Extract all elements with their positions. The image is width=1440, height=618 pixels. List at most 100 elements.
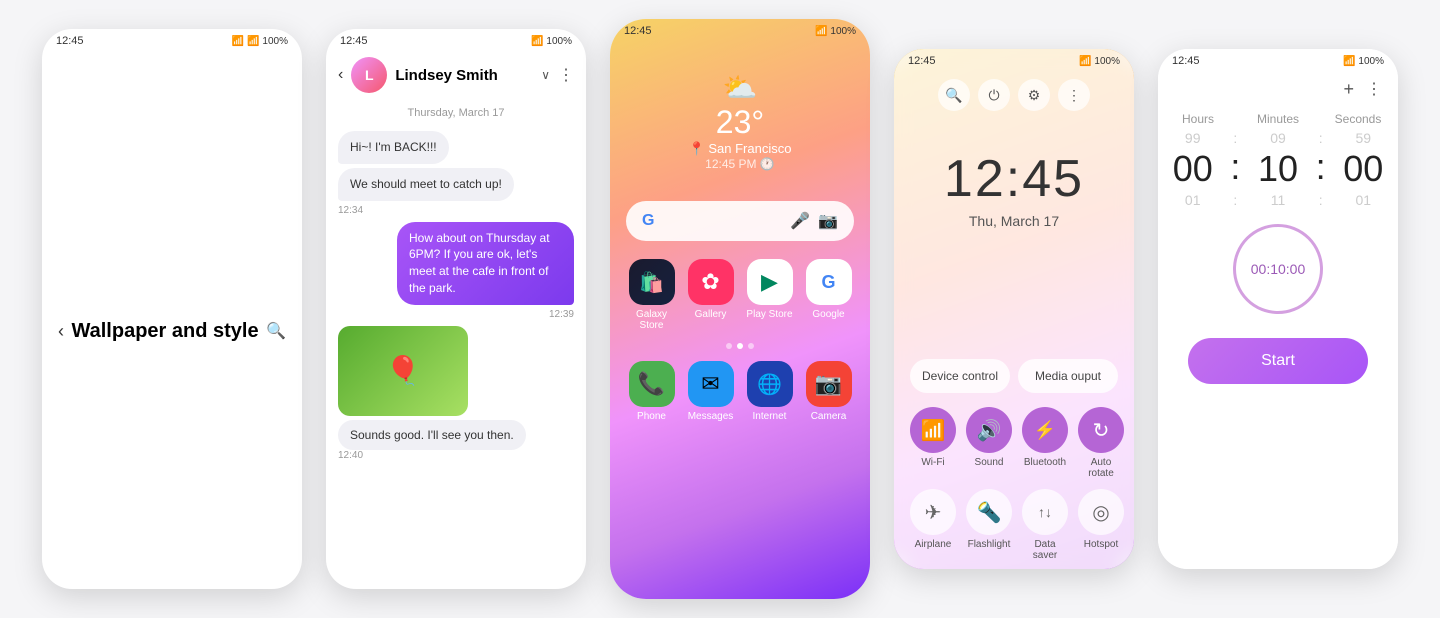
- media-output-btn[interactable]: Media ouput: [1018, 359, 1118, 393]
- big-clock: 12:45: [894, 149, 1134, 209]
- mic-icon[interactable]: 🎤: [790, 211, 810, 231]
- settings-qs-btn[interactable]: ⚙: [1018, 79, 1050, 111]
- status-icons-5: 📶 100%: [1343, 56, 1384, 67]
- contact-avatar: L: [351, 57, 387, 93]
- wifi-tile-icon: 📶: [910, 407, 956, 453]
- message-bubble-sent: How about on Thursday at 6PM? If you are…: [397, 222, 574, 305]
- app-icon-label: Messages: [688, 411, 734, 422]
- status-time-2: 12:45: [340, 35, 368, 47]
- timer-scroll-row: 99 : 09 : 59: [1158, 130, 1398, 146]
- app-icon-play-store[interactable]: ▶ Play Store: [744, 259, 795, 331]
- dropdown-icon[interactable]: ∨: [541, 68, 550, 82]
- qs-tile-bluetooth[interactable]: ⚡ Bluetooth: [1022, 407, 1068, 479]
- chat-date-divider: Thursday, March 17: [326, 99, 586, 127]
- qs-tile-hotspot[interactable]: ◎ Hotspot: [1078, 489, 1124, 561]
- wifi-icon-4: 📶: [1079, 56, 1091, 67]
- battery-5: 100%: [1358, 56, 1384, 67]
- timer-main-seconds: 00: [1329, 148, 1398, 190]
- timer-header: + ⋮: [1158, 71, 1398, 108]
- qs-tile-datasaver[interactable]: ↑↓ Data saver: [1022, 489, 1068, 561]
- device-control-btn[interactable]: Device control: [910, 359, 1010, 393]
- phone-messages: 12:45 📶 100% ‹ L Lindsey Smith ∨ ⋮ Thurs…: [326, 29, 586, 589]
- app-icon-label: Gallery: [695, 309, 727, 320]
- battery-4: 100%: [1094, 56, 1120, 67]
- app-icon-messages[interactable]: ✉ Messages: [685, 361, 736, 422]
- page-dots: [610, 339, 870, 353]
- timer-below-sep-1: :: [1227, 192, 1243, 208]
- status-icons-4: 📶 100%: [1079, 56, 1120, 67]
- search-qs-btn[interactable]: 🔍: [938, 79, 970, 111]
- status-time-4: 12:45: [908, 55, 936, 67]
- search-icon[interactable]: 🔍: [266, 321, 286, 341]
- autorotate-tile-label: Auto rotate: [1078, 457, 1124, 479]
- weather-city: 📍 San Francisco: [689, 141, 792, 157]
- status-bar-2: 12:45 📶 100%: [326, 29, 586, 51]
- qs-tile-wifi[interactable]: 📶 Wi-Fi: [910, 407, 956, 479]
- app-icon-browser[interactable]: 🌐 Internet: [744, 361, 795, 422]
- app-icon-galaxy-store[interactable]: 🛍️ Galaxy Store: [626, 259, 677, 331]
- seconds-label: Seconds: [1318, 112, 1398, 126]
- weather-temp: 23°: [716, 104, 764, 141]
- weather-time: 12:45 PM 🕐: [705, 157, 775, 171]
- power-qs-btn[interactable]: ⏻: [978, 79, 1010, 111]
- timer-sep-2: :: [1313, 130, 1329, 146]
- timer-below-seconds: 01: [1329, 192, 1398, 208]
- app-icon-gallery[interactable]: ✿ Gallery: [685, 259, 736, 331]
- timer-circle: 00:10:00: [1233, 224, 1323, 314]
- timer-scroll-minutes: 09: [1243, 130, 1312, 146]
- more-timer-icon[interactable]: ⋮: [1366, 79, 1382, 100]
- status-icons-1: 📶 📶 100%: [232, 36, 288, 47]
- airplane-tile-icon: ✈: [910, 489, 956, 535]
- wifi-icon-2: 📶: [531, 36, 543, 47]
- app-icon-img: ✉: [688, 361, 734, 407]
- app-icon-img: 🌐: [747, 361, 793, 407]
- big-date: Thu, March 17: [894, 213, 1134, 229]
- qs-controls: 🔍 ⏻ ⚙ ⋮: [894, 71, 1134, 119]
- app-icon-phone[interactable]: 📞 Phone: [626, 361, 677, 422]
- app-grid-row2: 📞 Phone ✉ Messages 🌐 Internet 📷 Camera: [610, 353, 870, 430]
- qs-tile-airplane[interactable]: ✈ Airplane: [910, 489, 956, 561]
- datasaver-tile-icon: ↑↓: [1022, 489, 1068, 535]
- qs-tile-flashlight[interactable]: 🔦 Flashlight: [966, 489, 1012, 561]
- contact-name: Lindsey Smith: [395, 67, 533, 84]
- app-icon-camera[interactable]: 📷 Camera: [803, 361, 854, 422]
- back-button[interactable]: ‹: [58, 321, 64, 342]
- minutes-label: Minutes: [1238, 112, 1318, 126]
- timer-main-sep-1: :: [1227, 146, 1243, 188]
- qs-tile-autorotate[interactable]: ↻ Auto rotate: [1078, 407, 1124, 479]
- timer-col-labels: Hours Minutes Seconds: [1158, 108, 1398, 130]
- message-text: Hi~! I'm BACK!!!: [350, 140, 437, 154]
- status-bar-5: 12:45 📶 100%: [1158, 49, 1398, 71]
- phone-timer: 12:45 📶 100% + ⋮ Hours Minutes Seconds 9…: [1158, 49, 1398, 569]
- search-bar[interactable]: G 🎤 📷: [626, 201, 854, 241]
- qs-tile-sound[interactable]: 🔊 Sound: [966, 407, 1012, 479]
- qs-action-buttons: Device control Media ouput: [894, 353, 1134, 399]
- more-options-icon[interactable]: ⋮: [558, 65, 574, 85]
- timer-main-hours: 00: [1158, 148, 1227, 190]
- timer-below-row: 01 : 11 : 01: [1158, 192, 1398, 208]
- message-time-last: 12:40: [338, 450, 363, 461]
- bluetooth-tile-label: Bluetooth: [1024, 457, 1066, 468]
- add-timer-icon[interactable]: +: [1343, 79, 1354, 100]
- app-icon-google[interactable]: G Google: [803, 259, 854, 331]
- hotspot-tile-label: Hotspot: [1084, 539, 1118, 550]
- more-qs-btn[interactable]: ⋮: [1058, 79, 1090, 111]
- timer-below-hours: 01: [1158, 192, 1227, 208]
- lens-icon[interactable]: 📷: [818, 211, 838, 231]
- back-chat-button[interactable]: ‹: [338, 66, 343, 84]
- app-icon-label: Phone: [637, 411, 666, 422]
- weather-widget: ⛅ 23° 📍 San Francisco 12:45 PM 🕐: [610, 41, 870, 181]
- timer-circle-time: 00:10:00: [1251, 261, 1306, 277]
- wifi-icon-3: 📶: [815, 26, 827, 37]
- start-button[interactable]: Start: [1188, 338, 1368, 384]
- qs-wallpaper: 12:45 📶 100% 🔍 ⏻ ⚙ ⋮ 12:45 Thu, March 17…: [894, 49, 1134, 569]
- message-image: 🎈: [338, 326, 468, 416]
- flashlight-tile-icon: 🔦: [966, 489, 1012, 535]
- home-wallpaper: 12:45 📶 100% ⛅ 23° 📍 San Francisco 12:45…: [610, 19, 870, 599]
- timer-below-minutes: 11: [1243, 192, 1312, 208]
- sound-tile-label: Sound: [975, 457, 1004, 468]
- dot-active: [737, 343, 743, 349]
- status-time-3: 12:45: [624, 25, 652, 37]
- message-time-sent: 12:39: [549, 309, 574, 320]
- timer-body: 12:45 📶 100% + ⋮ Hours Minutes Seconds 9…: [1158, 49, 1398, 569]
